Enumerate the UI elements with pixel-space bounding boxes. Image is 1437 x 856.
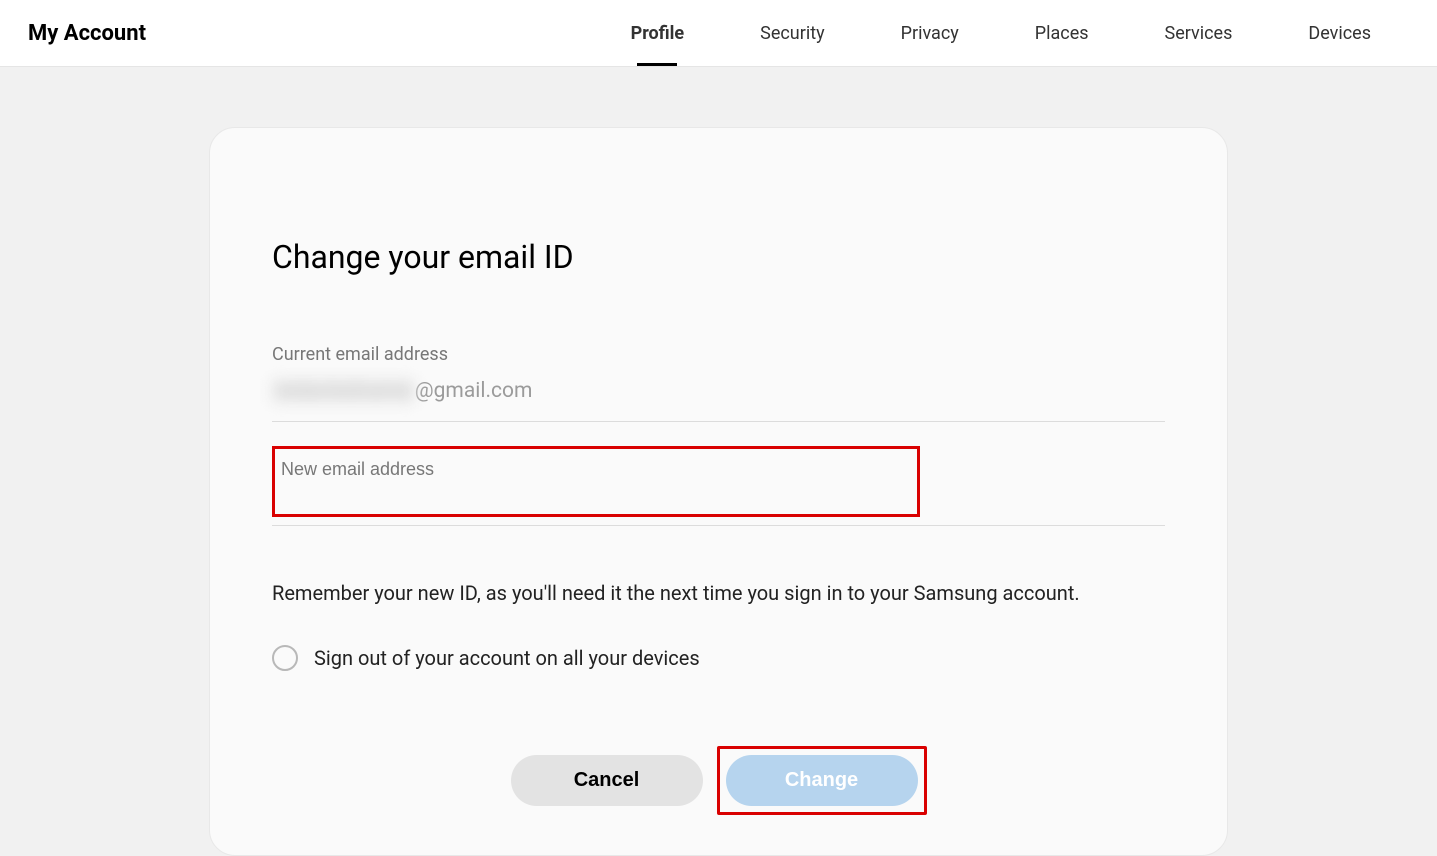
card-title: Change your email ID xyxy=(272,238,1165,276)
change-button[interactable]: Change xyxy=(726,755,918,806)
new-email-input[interactable] xyxy=(281,455,911,484)
nav-tab-privacy[interactable]: Privacy xyxy=(863,0,997,66)
nav-tab-devices[interactable]: Devices xyxy=(1270,0,1409,66)
nav-tab-places[interactable]: Places xyxy=(997,0,1127,66)
nav-tab-security[interactable]: Security xyxy=(722,0,862,66)
top-nav: Profile Security Privacy Places Services… xyxy=(593,0,1409,66)
nav-tab-profile[interactable]: Profile xyxy=(593,0,723,66)
nav-tab-services[interactable]: Services xyxy=(1127,0,1271,66)
current-email-value: redactedname@gmail.com xyxy=(272,379,1165,403)
new-email-highlight-box xyxy=(272,446,920,517)
current-email-field: Current email address redactedname@gmail… xyxy=(272,344,1165,422)
signout-checkbox-row: Sign out of your account on all your dev… xyxy=(272,645,1165,671)
page-body: Change your email ID Current email addre… xyxy=(0,67,1437,856)
cancel-button[interactable]: Cancel xyxy=(511,755,703,806)
signout-checkbox-label: Sign out of your account on all your dev… xyxy=(314,646,700,670)
signout-checkbox[interactable] xyxy=(272,645,298,671)
new-email-underline xyxy=(272,516,1165,526)
current-email-label: Current email address xyxy=(272,344,1165,365)
current-email-redacted-prefix: redactedname xyxy=(272,379,415,403)
top-header: My Account Profile Security Privacy Plac… xyxy=(0,0,1437,67)
change-email-card: Change your email ID Current email addre… xyxy=(209,127,1228,856)
current-email-suffix: @gmail.com xyxy=(415,379,533,403)
page-brand-title: My Account xyxy=(28,21,146,46)
remember-id-text: Remember your new ID, as you'll need it … xyxy=(272,581,1165,605)
